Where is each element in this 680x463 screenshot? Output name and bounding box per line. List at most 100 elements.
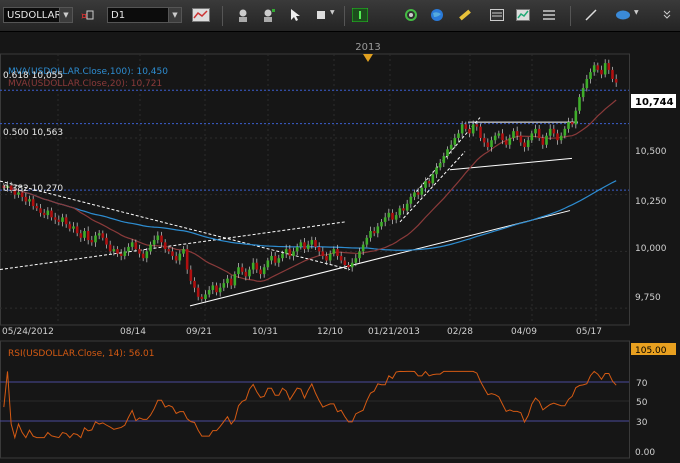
candle-body (350, 262, 354, 268)
rsi-level-label: 70 (636, 379, 648, 389)
candle-body (46, 210, 50, 216)
timeframe-value: D1 (111, 10, 126, 21)
candle-body (468, 128, 471, 134)
trend-line-icon[interactable] (584, 8, 598, 22)
candle-body (167, 249, 171, 252)
candle-body (288, 249, 292, 256)
date-tick-label: 08/14 (120, 327, 146, 337)
candle-body (336, 249, 339, 256)
candle-body (603, 63, 607, 75)
candle-body (413, 192, 416, 197)
candle-body (53, 217, 57, 220)
candle-body (273, 255, 277, 263)
candle-body (541, 137, 545, 145)
candle-body (123, 251, 127, 256)
candle-body (596, 65, 600, 70)
candle-body (365, 237, 369, 245)
list-icon[interactable] (542, 8, 556, 22)
candle-body (475, 124, 479, 127)
candle-body (299, 242, 303, 247)
svg-text:¤: ¤ (81, 11, 87, 22)
candle-body (559, 135, 563, 141)
chevron-down-icon[interactable]: ▼ (330, 9, 335, 16)
candle-body (174, 255, 178, 261)
globe-icon[interactable] (430, 8, 444, 22)
price-tick-label: 10,000 (635, 244, 667, 254)
candle-body (83, 230, 86, 238)
crosshair-icon[interactable] (236, 8, 250, 22)
candle-body (42, 212, 46, 216)
price-chart[interactable]: 2013 MVA(USDOLLAR.Close,100): 10,450 MVA… (0, 32, 680, 459)
toolbar-separator (222, 6, 223, 26)
date-tick-label: 09/21 (186, 327, 212, 337)
candle-body (581, 88, 585, 98)
candle-body (149, 244, 152, 252)
chart-area: 2013 MVA(USDOLLAR.Close,100): 10,450 MVA… (0, 32, 680, 459)
candle-body (490, 140, 493, 148)
draw-line-icon[interactable] (352, 8, 368, 22)
candle-body (292, 251, 295, 256)
candle-body (145, 251, 149, 259)
candle-body (515, 131, 519, 136)
candle-body (75, 226, 79, 234)
candle-body (90, 240, 94, 243)
candle-body (105, 237, 108, 245)
candle-body (306, 244, 310, 250)
chart-icon[interactable] (516, 8, 530, 22)
toolbar-separator (344, 6, 345, 26)
zoom-icon[interactable] (262, 8, 276, 22)
candle-body (94, 235, 97, 243)
candle-body (35, 206, 39, 209)
chevron-down-icon[interactable]: ▼ (59, 8, 72, 22)
candle-body (61, 217, 64, 222)
candle-body (537, 128, 541, 138)
candle-body (460, 124, 464, 134)
candle-body (479, 126, 482, 138)
candle-body (204, 294, 207, 300)
candle-body (548, 128, 552, 136)
square-icon[interactable] (314, 8, 328, 22)
date-tick-label: 01/21/2013 (368, 327, 420, 337)
ellipse-icon[interactable] (614, 8, 632, 22)
candle-body (600, 69, 603, 75)
candle-body (523, 142, 526, 148)
candle-body (446, 149, 449, 157)
candle-body (28, 199, 31, 202)
candle-body (266, 260, 270, 268)
candle-body (570, 122, 574, 125)
candle-body (134, 242, 138, 250)
rsi-level-label: 30 (636, 418, 648, 428)
chart-type-icon[interactable] (192, 8, 210, 22)
currency-pair-icon[interactable]: ¤ (80, 8, 94, 22)
candle-body (486, 142, 490, 148)
date-tick-label: 05/24/2012 (2, 327, 54, 337)
candle-body (284, 249, 288, 254)
timeframe-select[interactable]: D1 ▼ (107, 7, 182, 23)
candle-body (402, 208, 405, 211)
candle-body (453, 137, 457, 145)
cursor-icon[interactable] (288, 8, 302, 22)
candle-body (72, 226, 75, 229)
date-tick-label: 12/10 (317, 327, 343, 337)
candle-body (211, 285, 215, 290)
refresh-icon[interactable] (404, 8, 418, 22)
chevron-down-icon[interactable]: ▼ (634, 9, 639, 16)
candle-body (116, 249, 119, 254)
template-icon[interactable] (490, 8, 504, 22)
candle-body (200, 296, 204, 300)
candle-body (435, 167, 438, 175)
menu-expand-icon[interactable] (662, 8, 672, 22)
fib-label-382: 0.382 10,270 (3, 184, 63, 194)
candle-body (86, 230, 90, 241)
candle-body (611, 69, 614, 79)
candle-body (534, 128, 537, 134)
symbol-select[interactable]: USDOLLAR ▼ (3, 7, 73, 23)
candle-body (127, 246, 130, 252)
candle-body (526, 140, 530, 148)
candle-body (387, 212, 391, 218)
chart-toolbar: USDOLLAR ▼ ¤ D1 ▼ ▼ ▼ (0, 0, 680, 32)
candle-body (31, 199, 35, 207)
chevron-down-icon[interactable]: ▼ (168, 8, 181, 22)
ruler-icon[interactable] (458, 8, 472, 22)
candle-body (563, 128, 567, 136)
